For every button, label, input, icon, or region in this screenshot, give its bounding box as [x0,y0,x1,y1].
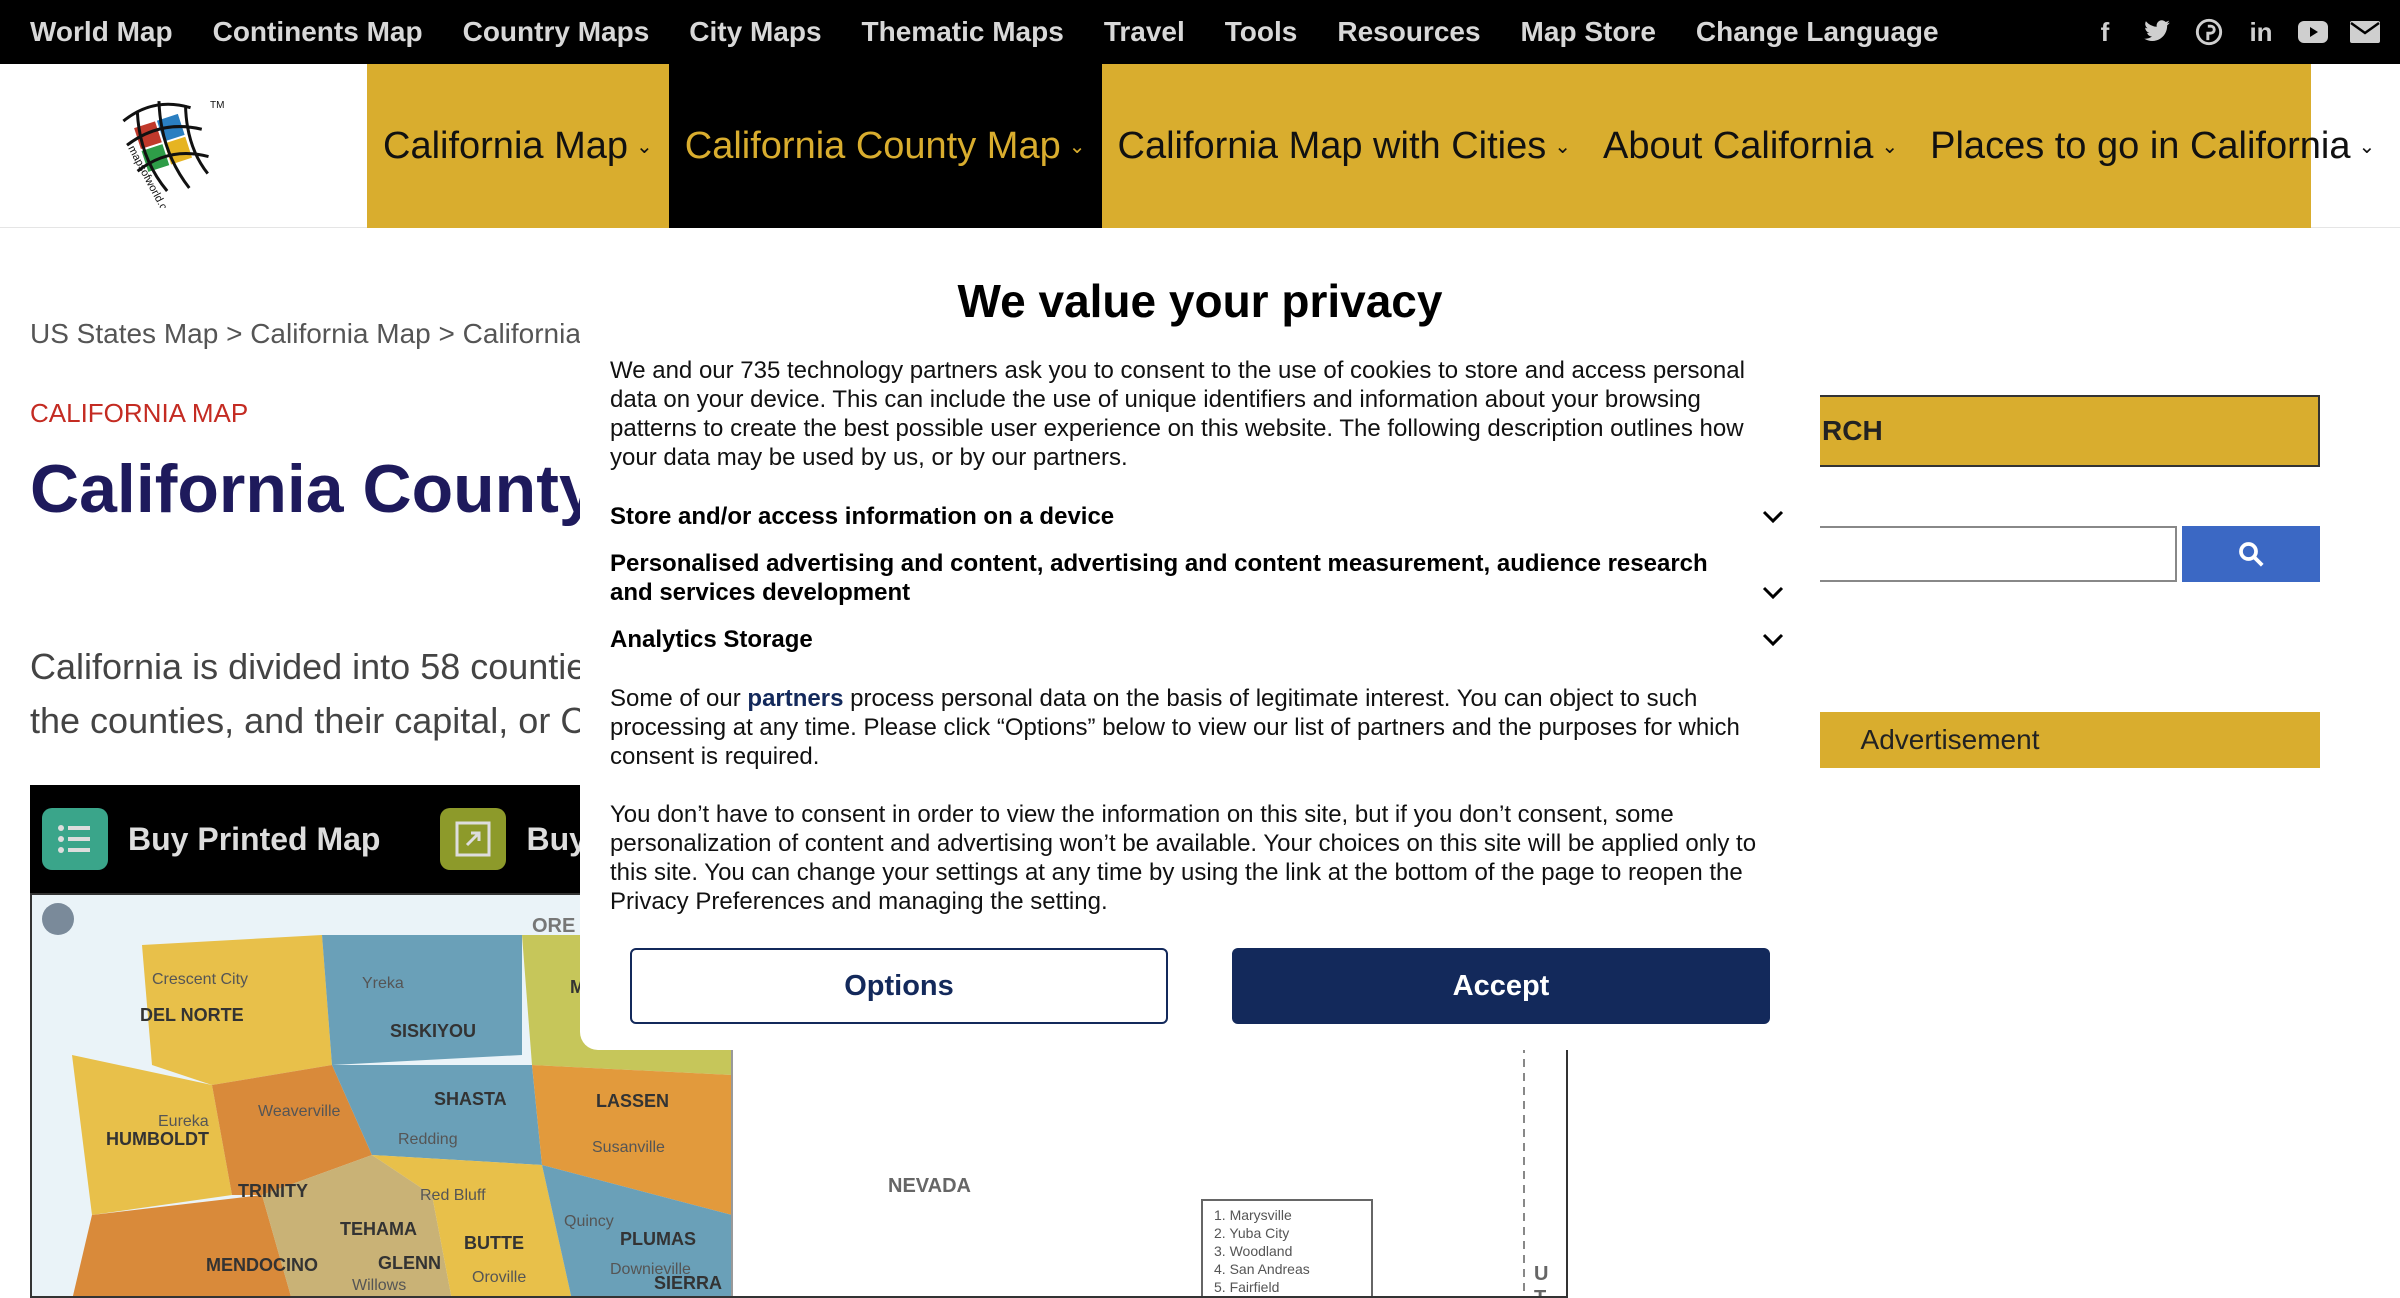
facebook-icon[interactable]: f [2090,17,2120,47]
map-label-glenn: GLENN [378,1253,441,1273]
top-nav-continents-map[interactable]: Continents Map [213,16,423,48]
top-navigation-bar: World Map Continents Map Country Maps Ci… [0,0,2400,64]
map-city-willows: Willows [352,1277,407,1294]
top-nav-city-maps[interactable]: City Maps [689,16,821,48]
map-label-nevada: NEVADA [888,1175,971,1197]
nav-california-map-with-cities-label: California Map with Cities [1117,124,1547,167]
top-nav-thematic-maps[interactable]: Thematic Maps [862,16,1064,48]
chevron-down-icon: ⌄ [636,135,653,158]
chevron-down-icon[interactable] [1756,578,1790,607]
nav-places-to-go[interactable]: Places to go in California ⌄ [1914,64,2391,228]
purpose-store-access[interactable]: Store and/or access information on a dev… [610,502,1790,531]
top-nav-travel[interactable]: Travel [1104,16,1185,48]
chevron-down-icon[interactable] [1756,625,1790,654]
accept-button[interactable]: Accept [1232,948,1770,1024]
top-nav-world-map[interactable]: World Map [30,16,173,48]
nav-california-county-map[interactable]: California County Map ⌄ [668,64,1102,228]
chevron-down-icon: ⌄ [1554,135,1571,158]
site-header: TM mapsofworld.com California Map ⌄ Cali… [0,64,2400,228]
logo-tm: TM [210,100,224,111]
top-nav-links: World Map Continents Map Country Maps Ci… [30,16,1939,48]
site-logo[interactable]: TM mapsofworld.com [110,88,230,226]
buy-printed-map-button[interactable]: Buy Printed Map [128,821,380,858]
map-city-oroville: Oroville [472,1269,527,1286]
search-icon [2239,542,2264,567]
map-label-humboldt: HUMBOLDT [106,1129,209,1149]
map-legend-5: 5. Fairfield [1214,1279,1280,1295]
social-links: f in [2090,0,2380,64]
chevron-down-icon: ⌄ [2358,135,2376,158]
map-city-weaverville: Weaverville [258,1103,341,1120]
partners-link[interactable]: partners [747,685,843,712]
map-label-lassen: LASSEN [596,1091,670,1111]
map-label-trinity: TRINITY [238,1181,308,1201]
digital-map-icon [440,808,507,870]
options-button[interactable]: Options [630,948,1168,1024]
search-button[interactable] [2182,526,2320,582]
consent-intro: We and our 735 technology partners ask y… [610,357,1745,471]
main-navigation: California Map ⌄ California County Map ⌄… [367,64,2375,228]
consent-buttons: Options Accept [630,948,1770,1024]
nav-california-map-with-cities[interactable]: California Map with Cities ⌄ [1102,64,1587,228]
consent-title: We value your privacy [957,275,1443,327]
map-label-oregon: ORE [532,915,576,937]
list-icon [42,808,108,870]
chevron-down-icon: ⌄ [1068,135,1086,158]
nav-california-map-label: California Map [383,124,628,167]
no-consent-text: You don’t have to consent in order to vi… [610,801,1757,915]
top-nav-tools[interactable]: Tools [1225,16,1298,48]
map-label-butte: BUTTE [464,1233,524,1253]
map-label-tehama: TEHAMA [340,1219,417,1239]
map-legend-1: 1. Marysville [1214,1207,1292,1223]
nav-places-to-go-label: Places to go in California [1930,124,2351,167]
purpose-store-access-label: Store and/or access information on a dev… [610,503,1115,530]
map-city-susanville: Susanville [592,1139,665,1156]
map-city-crescent-city: Crescent City [152,971,249,988]
twitter-icon[interactable] [2142,17,2172,47]
nav-about-california[interactable]: About California ⌄ [1587,64,1914,228]
purpose-personalised-advertising-label: Personalised advertising and content, ad… [610,550,1708,606]
breadcrumb[interactable]: US States Map > California Map > Califor… [30,318,581,350]
top-nav-change-language[interactable]: Change Language [1696,16,1939,48]
map-city-red-bluff: Red Bluff [420,1187,486,1204]
chevron-down-icon[interactable] [1756,502,1790,531]
mail-icon[interactable] [2350,17,2380,47]
map-city-redding: Redding [398,1131,458,1148]
map-legend-2: 2. Yuba City [1214,1225,1290,1241]
map-label-t: T [1534,1287,1547,1298]
purpose-analytics-storage-label: Analytics Storage [610,626,813,653]
top-nav-country-maps[interactable]: Country Maps [463,16,650,48]
map-city-downieville: Downieville [610,1261,691,1278]
map-legend-3: 3. Woodland [1214,1243,1293,1259]
map-label-mendocino: MENDOCINO [206,1255,318,1275]
map-label-shasta: SHASTA [434,1089,507,1109]
top-nav-resources[interactable]: Resources [1337,16,1480,48]
page-title: California County [30,451,597,527]
linkedin-icon[interactable]: in [2246,17,2276,47]
map-legend-4: 4. San Andreas [1214,1261,1310,1277]
youtube-icon[interactable] [2298,17,2328,47]
map-label-siskiyou: SISKIYOU [390,1021,477,1041]
pinterest-icon[interactable] [2194,17,2224,47]
top-nav-map-store[interactable]: Map Store [1521,16,1656,48]
map-label-plumas: PLUMAS [620,1229,696,1249]
map-label-del-norte: DEL NORTE [140,1005,244,1025]
purpose-personalised-advertising[interactable]: Personalised advertising and content, ad… [610,549,1790,607]
map-city-eureka: Eureka [158,1113,209,1130]
chevron-down-icon: ⌄ [1881,135,1899,158]
category-kicker[interactable]: CALIFORNIA MAP [30,398,248,429]
map-city-yreka: Yreka [362,975,404,992]
nav-california-county-map-label: California County Map [684,124,1061,167]
privacy-consent-dialog: We value your privacy We and our 735 tec… [580,248,1820,1050]
map-city-quincy: Quincy [564,1213,614,1230]
map-label-u: U [1534,1263,1549,1285]
nav-about-california-label: About California [1602,124,1874,167]
legit-prefix: Some of our [610,685,748,712]
nav-california-map[interactable]: California Map ⌄ [367,64,669,228]
purpose-analytics-storage[interactable]: Analytics Storage [610,625,1790,654]
legitimate-interest-text: Some of our partners process personal da… [610,684,1790,771]
